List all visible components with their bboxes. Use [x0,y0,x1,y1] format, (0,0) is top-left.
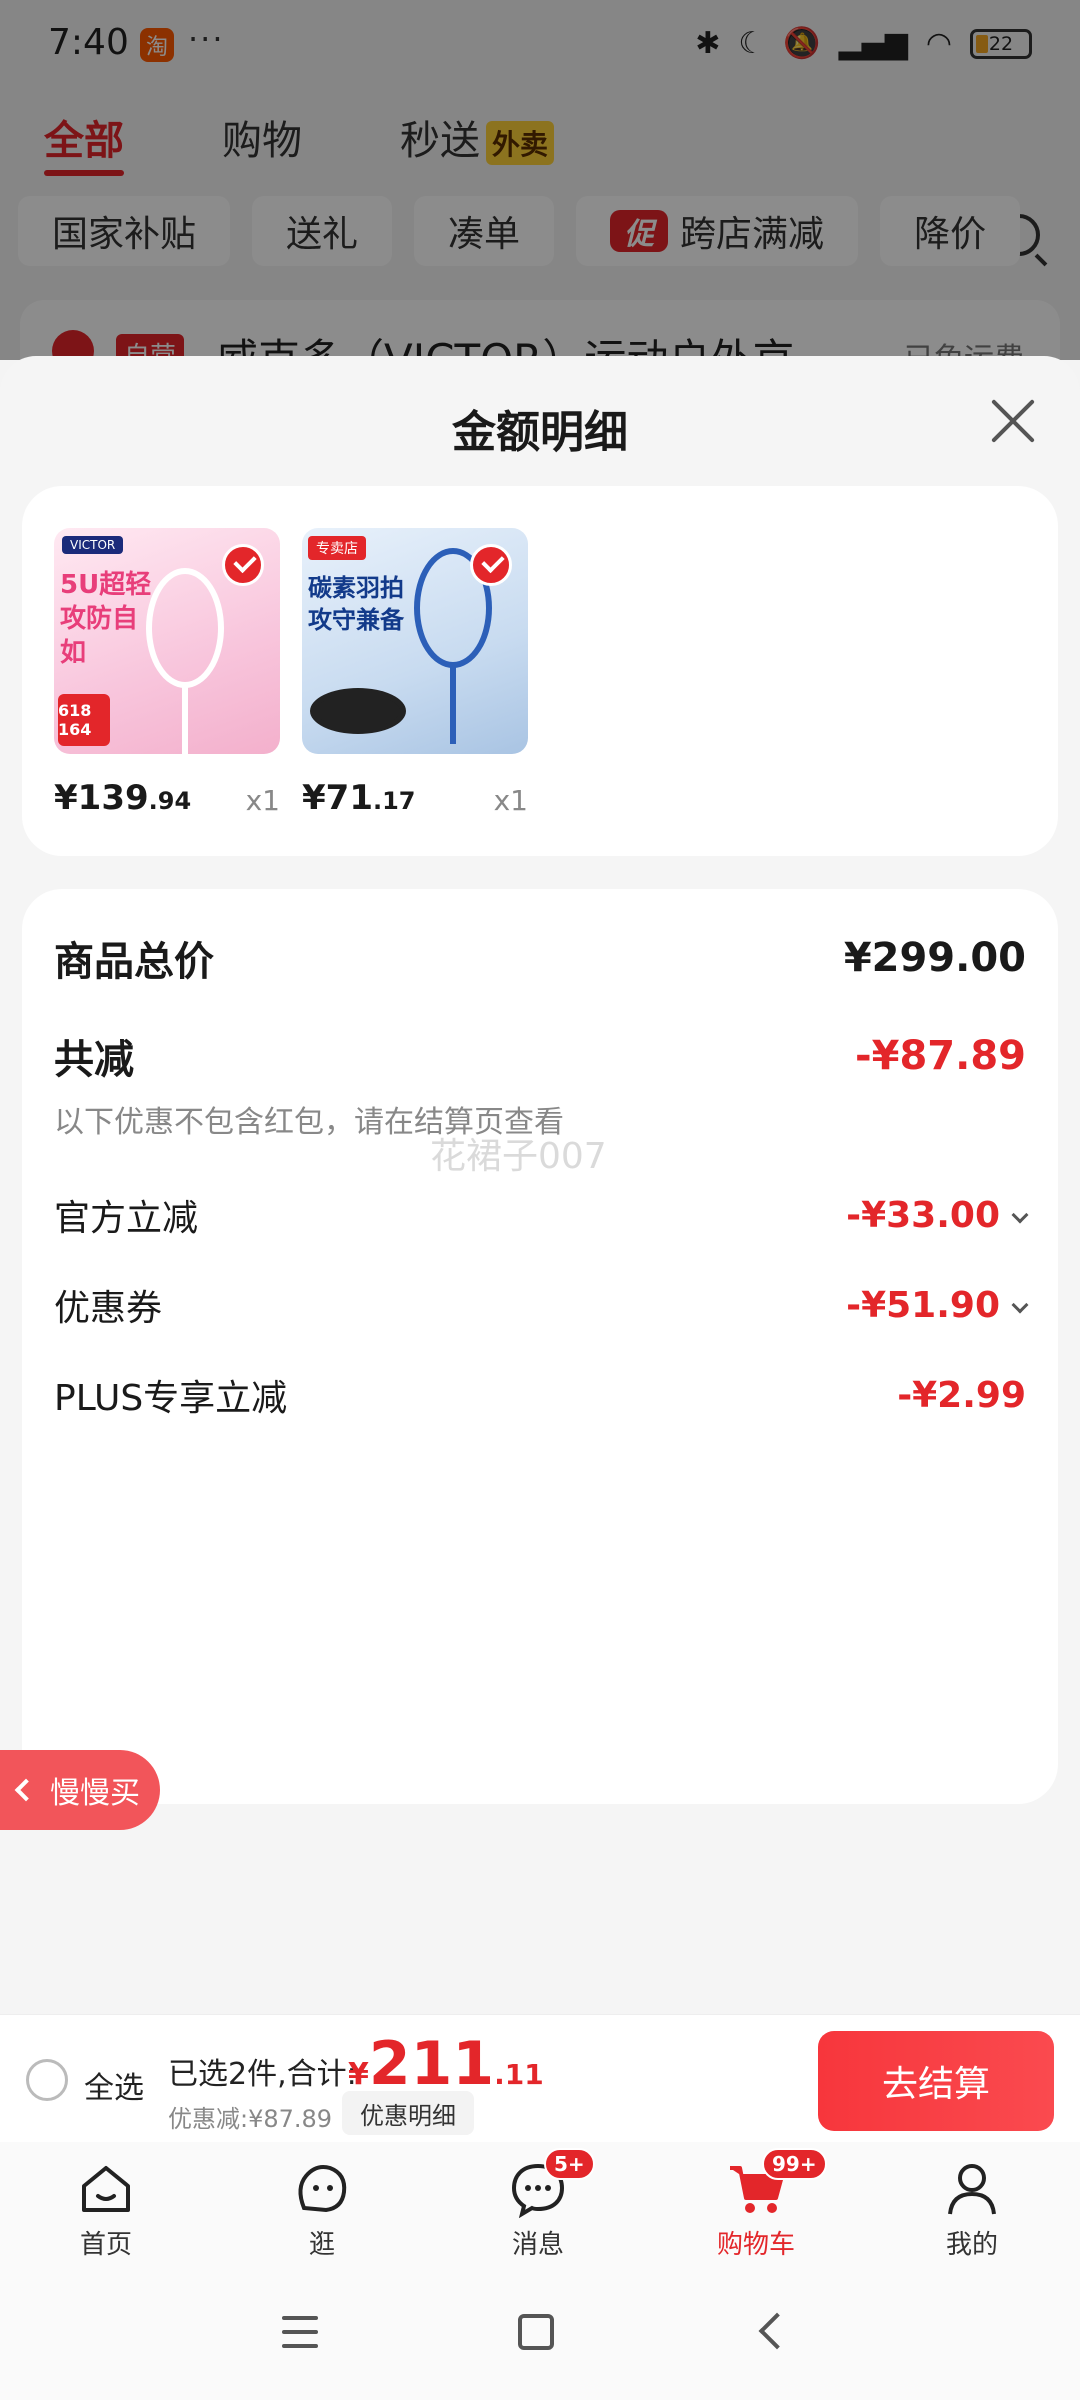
discount-amount-text: 优惠减:¥87.89 [168,2105,333,2133]
product-price: ¥71.17 [302,778,416,818]
total-price-label: 商品总价 [54,939,214,985]
profile-icon [942,2158,1002,2218]
plus-discount-label: PLUS专享立减 [54,1378,288,1419]
home-square-icon[interactable] [518,2314,554,2350]
total-reduction-row: 共减 -¥87.89 [54,1027,1026,1085]
official-discount-label: 官方立减 [54,1198,199,1239]
sheet-title: 金额明细 [452,407,628,458]
message-badge: 5+ [544,2148,595,2180]
product-brand: VICTOR [62,536,124,554]
product-image: VICTOR 5U超轻 攻防自如 618 164 [54,528,280,754]
chevron-left-icon [14,1778,38,1802]
product-promo-tag: 618 164 [58,694,110,746]
coupon-value: -¥51.90 [846,1285,1029,1326]
dim-overlay[interactable] [0,0,1080,360]
home-icon [76,2158,136,2218]
price-summary-card: 商品总价 ¥299.00 共减 -¥87.89 以下优惠不包含红包，请在结算页查… [22,889,1058,1804]
select-all-radio[interactable] [26,2059,68,2101]
bottom-nav: 首页 逛 5+ 消息 99+ 购物车 我的 [0,2142,1080,2274]
nav-cart[interactable]: 99+ 购物车 [696,2148,827,2261]
official-discount-row[interactable]: 官方立减 -¥33.00 [54,1189,1029,1241]
watermark: 花裙子007 [430,1136,607,1177]
checkout-bar: 全选 已选2件,合计: ¥211.11 优惠减:¥87.89 优惠明细 去结算 [0,2014,1080,2142]
checkout-button[interactable]: 去结算 [818,2031,1054,2131]
product-quantity: x1 [245,784,280,817]
selected-check-icon [470,544,512,586]
back-icon[interactable] [758,2312,796,2350]
product-headline: 碳素羽拍 攻守兼备 [308,574,404,634]
selected-check-icon [222,544,264,586]
product-image: 专卖店 碳素羽拍 攻守兼备 [302,528,528,754]
message-icon: 5+ [508,2148,595,2219]
total-price-row: 商品总价 ¥299.00 [54,929,1026,987]
chevron-down-icon [1011,1296,1029,1313]
racket-handle-graphic [450,664,456,744]
total-price-value: ¥299.00 [843,935,1026,981]
discount-detail-button[interactable]: 优惠明细 [342,2091,474,2135]
product-quantity: x1 [493,784,528,817]
coupon-label: 优惠券 [54,1288,163,1329]
recent-apps-icon[interactable] [282,2316,318,2358]
nav-messages[interactable]: 5+ 消息 [478,2148,598,2261]
slow-buy-button[interactable]: 慢慢买 [0,1750,160,1830]
racket-handle-graphic [182,684,188,754]
total-reduction-label: 共减 [54,1037,134,1083]
product-brand: 专卖店 [308,536,366,560]
plus-discount-value: -¥2.99 [897,1374,1026,1416]
chevron-down-icon [1011,1206,1029,1223]
explore-icon [292,2158,352,2218]
product-price: ¥139.94 [54,778,192,818]
coupon-row[interactable]: 优惠券 -¥51.90 [54,1279,1029,1331]
amount-detail-sheet: 金额明细 VICTOR 5U超轻 攻防自如 618 164 ¥139.94 x1… [0,356,1080,2020]
total-reduction-value: -¥87.89 [855,1033,1026,1079]
cart-icon: 99+ [726,2148,827,2218]
system-nav-bar [0,2274,1080,2400]
select-all-label[interactable]: 全选 [84,2063,144,2107]
product-card: VICTOR 5U超轻 攻防自如 618 164 ¥139.94 x1 专卖店 … [22,486,1058,856]
close-icon[interactable] [988,396,1038,446]
official-discount-value: -¥33.00 [846,1195,1029,1236]
nav-profile[interactable]: 我的 [912,2158,1032,2261]
racket-bag-graphic [310,688,406,734]
nav-explore[interactable]: 逛 [262,2158,382,2261]
selected-count-text: 已选2件,合计: [168,2057,357,2092]
cart-badge: 99+ [762,2148,827,2180]
checkout-total: ¥211.11 [348,2029,544,2099]
racket-graphic [146,568,224,688]
product-headline: 5U超轻 攻防自如 [60,570,152,668]
slow-buy-label: 慢慢买 [50,1776,140,1811]
nav-home[interactable]: 首页 [46,2158,166,2261]
plus-discount-row: PLUS专享立减 -¥2.99 [54,1369,1026,1421]
